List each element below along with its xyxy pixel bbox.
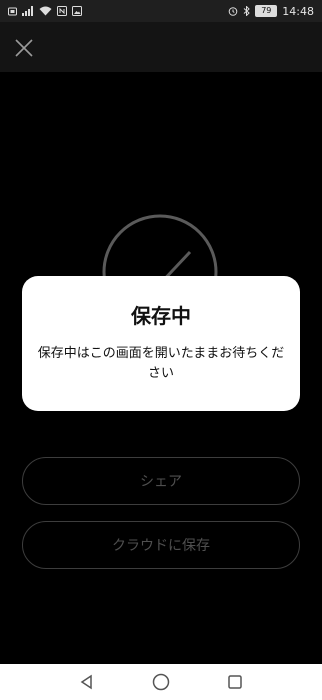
back-icon bbox=[80, 674, 92, 690]
cloud-save-button[interactable]: クラウドに保存 bbox=[22, 521, 300, 569]
status-bar-left bbox=[8, 6, 82, 16]
nfc-icon bbox=[57, 6, 67, 16]
nav-back-button[interactable] bbox=[75, 670, 99, 694]
bluetooth-icon bbox=[243, 6, 251, 16]
signal-icon bbox=[22, 6, 34, 16]
home-icon bbox=[152, 673, 170, 691]
dialog-title: 保存中 bbox=[131, 304, 191, 328]
wifi-icon bbox=[39, 6, 52, 16]
share-button[interactable]: シェア bbox=[22, 457, 300, 505]
saving-dialog: 保存中 保存中はこの画面を開いたままお待ちください bbox=[22, 276, 300, 411]
dialog-message: 保存中はこの画面を開いたままお待ちください bbox=[37, 346, 285, 381]
recents-icon bbox=[228, 675, 242, 689]
top-bar bbox=[0, 22, 322, 72]
status-bar-right: 79 14:48 bbox=[228, 5, 314, 18]
close-button[interactable] bbox=[8, 32, 40, 64]
close-icon bbox=[15, 39, 33, 57]
nav-recents-button[interactable] bbox=[223, 670, 247, 694]
sim-icon bbox=[8, 7, 17, 16]
alarm-icon bbox=[228, 6, 238, 16]
clock: 14:48 bbox=[282, 4, 314, 18]
status-bar: 79 14:48 bbox=[0, 0, 322, 22]
nav-home-button[interactable] bbox=[149, 670, 173, 694]
battery-indicator: 79 bbox=[255, 5, 278, 17]
navigation-bar bbox=[0, 664, 322, 700]
photo-icon bbox=[72, 6, 82, 16]
